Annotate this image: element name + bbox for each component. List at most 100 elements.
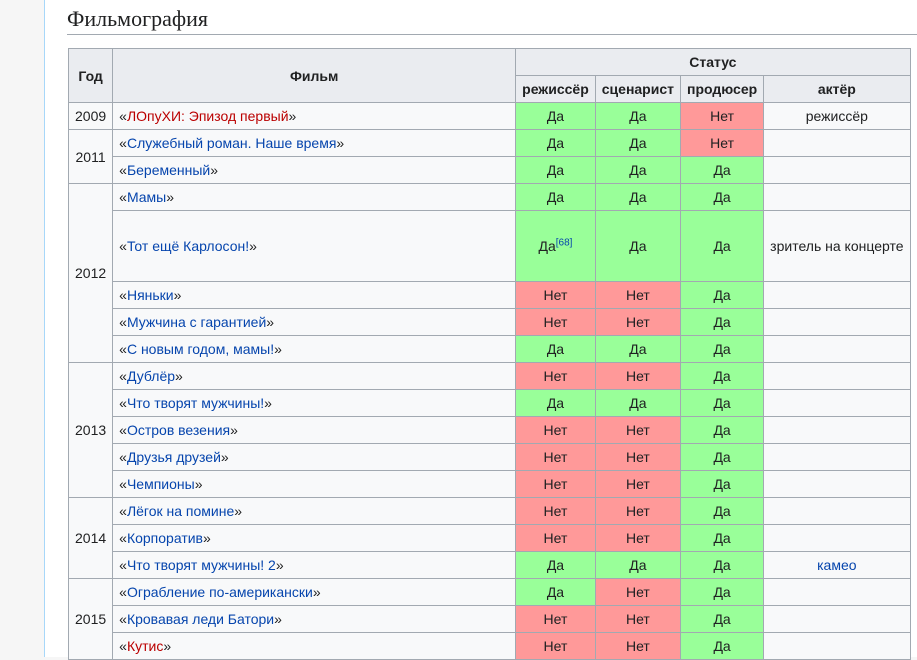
film-link[interactable]: Лёгок на помине	[127, 503, 234, 519]
producer-status-value: Да	[713, 611, 731, 627]
director-status-value: Да	[546, 584, 565, 600]
producer-status-value: Да	[713, 162, 731, 178]
film-link[interactable]: Мамы	[127, 189, 166, 205]
producer-status-value: Да	[713, 638, 731, 654]
filmography-table: Год Фильм Статус режиссёр сценарист прод…	[67, 48, 911, 660]
writer-status-value: Нет	[625, 503, 650, 519]
director-status-value: Нет	[543, 449, 568, 465]
film-link[interactable]: Чемпионы	[127, 476, 195, 492]
actor-cell	[763, 129, 911, 157]
director-status-value: Да	[546, 395, 565, 411]
film-cell: «ЛОпуХИ: Эпизод первый»	[112, 102, 517, 130]
film-link[interactable]: Друзья друзей	[127, 449, 221, 465]
actor-cell	[763, 335, 911, 363]
producer-status-cell: Да	[679, 524, 765, 552]
table-row: «Беременный» Да Да Да	[69, 156, 911, 184]
film-cell: «Беременный»	[112, 156, 517, 184]
film-link[interactable]: Мужчина с гарантией	[127, 314, 266, 330]
film-cell: «Дублёр»	[112, 362, 517, 390]
producer-status-value: Да	[713, 314, 731, 330]
producer-status-value: Нет	[710, 135, 734, 151]
film-link[interactable]: Дублёр	[127, 368, 175, 384]
actor-cell	[763, 281, 911, 309]
film-cell: «Няньки»	[112, 281, 517, 309]
film-cell: «Остров везения»	[112, 416, 517, 444]
film-cell: «Мамы»	[112, 183, 517, 211]
writer-status-value: Нет	[625, 611, 650, 627]
film-link[interactable]: С новым годом, мамы!	[127, 341, 274, 357]
film-cell: «Кровавая леди Батори»	[112, 605, 517, 633]
director-status-cell: Нет	[515, 416, 596, 444]
director-status-cell: Нет	[515, 443, 596, 471]
film-link[interactable]: Ограбление по-американски	[127, 584, 313, 600]
director-status-value: Нет	[543, 530, 568, 546]
table-row: «С новым годом, мамы!» Да Да Да	[69, 335, 911, 363]
table-row: «Няньки» Нет Нет Да	[69, 281, 911, 309]
director-status-value: Нет	[543, 503, 568, 519]
film-link[interactable]: Кровавая леди Батори	[127, 611, 274, 627]
film-link[interactable]: Что творят мужчины!	[127, 395, 264, 411]
producer-status-value: Да	[713, 238, 731, 254]
writer-status-value: Нет	[625, 368, 650, 384]
writer-status-cell: Нет	[594, 281, 682, 309]
director-status-value: Нет	[543, 368, 568, 384]
table-row: «Тот ещё Карлосон!» Да[68] Да Да зритель на …	[69, 210, 911, 282]
producer-status-cell: Да	[679, 308, 765, 336]
director-status-cell: Да	[515, 578, 596, 606]
director-status-value: Нет	[543, 314, 568, 330]
writer-status-value: Да	[629, 395, 647, 411]
actor-cell[interactable]: камео	[763, 551, 911, 579]
director-status-value: Да	[546, 162, 565, 178]
header-writer: сценарист	[594, 75, 682, 103]
table-row: «Мужчина с гарантией» Нет Нет Да	[69, 308, 911, 336]
film-link[interactable]: Служебный роман. Наше время	[127, 135, 336, 151]
producer-status-value: Да	[713, 476, 731, 492]
director-status-cell: Да	[515, 335, 596, 363]
producer-status-cell: Да	[679, 416, 765, 444]
heading-divider	[67, 34, 917, 35]
director-status-cell: Нет	[515, 470, 596, 498]
film-link[interactable]: Кутис	[127, 638, 163, 654]
producer-status-cell: Да	[679, 443, 765, 471]
director-status-cell: Нет	[515, 308, 596, 336]
producer-status-cell: Нет	[679, 129, 765, 157]
table-row: «Чемпионы» Нет Нет Да	[69, 470, 911, 498]
film-link[interactable]: Что творят мужчины! 2	[127, 557, 276, 573]
year-cell: 2014	[67, 497, 114, 579]
producer-status-cell: Да	[679, 578, 765, 606]
writer-status-value: Нет	[625, 287, 650, 303]
header-status: Статус	[515, 48, 911, 76]
film-link[interactable]: ЛОпуХИ: Эпизод первый	[127, 108, 289, 124]
director-status-value: Нет	[543, 287, 568, 303]
table-row: 2015 «Ограбление по-американски» Да Нет Да	[67, 578, 911, 660]
director-status-cell: Да[68]	[515, 210, 596, 282]
producer-status-value: Да	[713, 189, 731, 205]
writer-status-cell: Нет	[594, 605, 682, 633]
writer-status-cell: Нет	[594, 524, 682, 552]
section-heading: Фильмография	[67, 6, 209, 31]
director-status-cell: Нет	[515, 281, 596, 309]
director-status-cell: Нет	[515, 362, 596, 390]
actor-cell	[763, 578, 911, 606]
director-status-value: Да	[546, 341, 565, 357]
writer-status-value: Да	[629, 162, 647, 178]
producer-status-value: Да	[713, 368, 731, 384]
film-link[interactable]: Остров везения	[127, 422, 230, 438]
actor-cell	[763, 497, 911, 525]
producer-status-value: Да	[713, 503, 731, 519]
director-status-cell: Да	[515, 102, 596, 130]
film-cell: «Что творят мужчины!»	[112, 389, 517, 417]
film-link[interactable]: Тот ещё Карлосон!	[127, 238, 249, 254]
actor-cell	[763, 156, 911, 184]
writer-status-cell: Нет	[594, 578, 682, 606]
director-status-cell: Да	[515, 183, 596, 211]
actor-cell: режиссёр	[763, 102, 911, 130]
film-link[interactable]: Няньки	[127, 287, 174, 303]
film-link[interactable]: Беременный	[127, 162, 210, 178]
film-link[interactable]: Корпоратив	[127, 530, 203, 546]
writer-status-value: Да	[629, 557, 647, 573]
actor-cell	[763, 362, 911, 390]
actor-cell: зритель на концерте	[763, 210, 911, 282]
reference-link[interactable]: [68]	[556, 237, 573, 248]
producer-status-cell: Да	[679, 156, 765, 184]
